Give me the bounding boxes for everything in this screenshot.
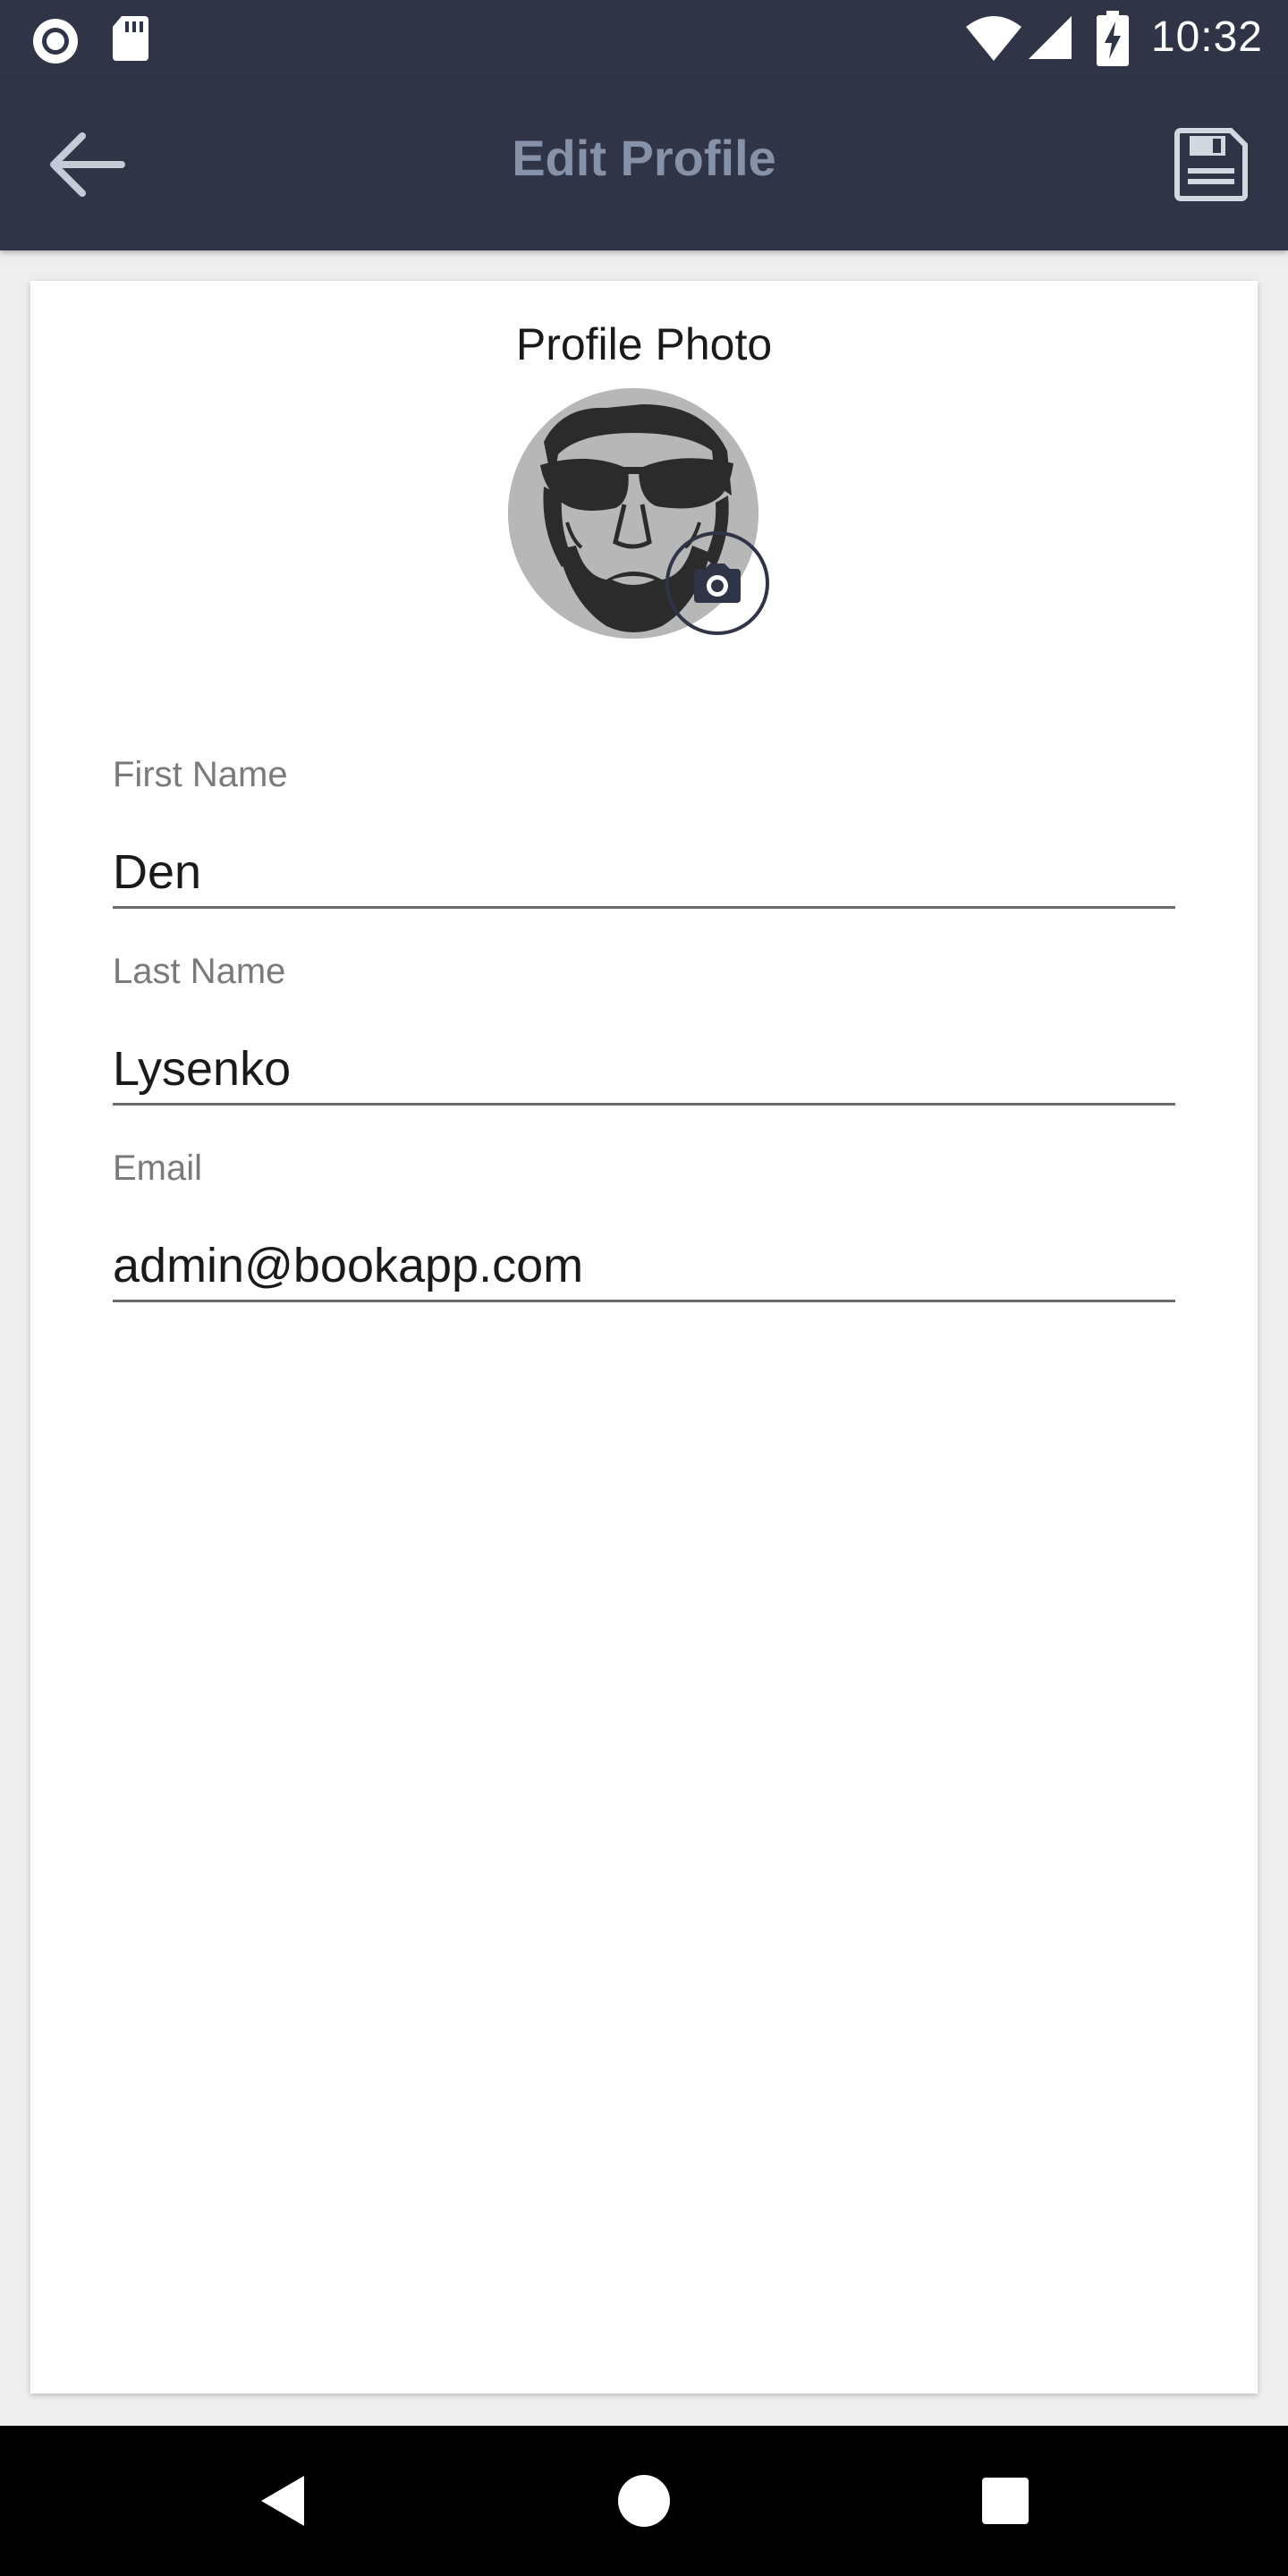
status-bar: 10:32 bbox=[0, 0, 1288, 79]
page-title: Edit Profile bbox=[512, 130, 776, 186]
home-circle-icon bbox=[618, 2475, 670, 2527]
recents-square-icon bbox=[982, 2478, 1029, 2524]
status-time: 10:32 bbox=[1150, 13, 1263, 61]
first-name-field[interactable] bbox=[113, 837, 1175, 909]
profile-photo-title: Profile Photo bbox=[515, 319, 773, 369]
change-photo-button[interactable] bbox=[665, 531, 769, 635]
nav-recents-button[interactable] bbox=[961, 2456, 1050, 2546]
app-bar: Edit Profile bbox=[0, 79, 1288, 250]
signal-icon bbox=[1029, 16, 1072, 59]
first-name-label: First Name bbox=[113, 755, 288, 794]
email-field[interactable] bbox=[113, 1231, 1175, 1302]
back-triangle-icon bbox=[261, 2476, 304, 2526]
wifi-icon bbox=[966, 16, 1021, 61]
sd-card-icon bbox=[113, 16, 148, 61]
battery-charging-icon bbox=[1097, 11, 1129, 66]
last-name-label: Last Name bbox=[113, 952, 286, 991]
nav-home-button[interactable] bbox=[599, 2456, 689, 2546]
floppy-disk-icon bbox=[1174, 128, 1248, 201]
system-nav-bar bbox=[0, 2426, 1288, 2576]
email-label: Email bbox=[113, 1148, 203, 1188]
profile-card: Profile Photo First Name Den Last Name L… bbox=[30, 281, 1258, 2394]
save-button[interactable] bbox=[1165, 118, 1258, 211]
nav-back-button[interactable] bbox=[238, 2456, 327, 2546]
camera-icon bbox=[694, 564, 741, 603]
record-icon bbox=[33, 19, 78, 64]
last-name-field[interactable] bbox=[113, 1034, 1175, 1106]
